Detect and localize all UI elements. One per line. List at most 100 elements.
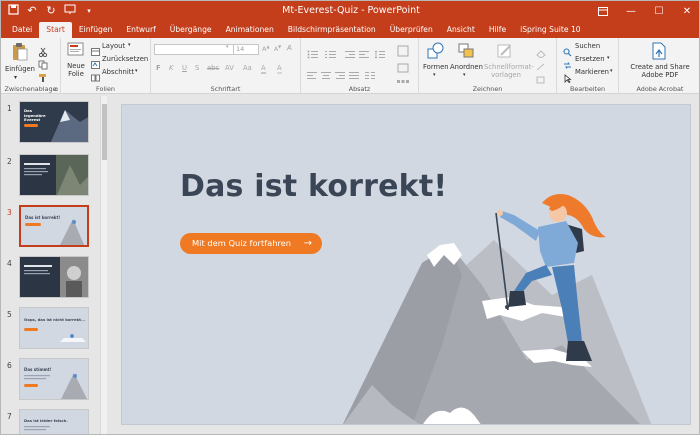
tab-hilfe[interactable]: Hilfe xyxy=(482,22,513,38)
tab-bildschirmpraesentation[interactable]: Bildschirmpräsentation xyxy=(281,22,383,38)
align-center-icon[interactable] xyxy=(321,65,331,84)
line-spacing-icon[interactable] xyxy=(374,44,385,63)
editing-group: Suchen Ersetzen ▾ Markieren ▾ Bearbeiten xyxy=(557,38,619,94)
layout-dropdown-icon[interactable]: ▾ xyxy=(128,42,131,48)
tab-animationen[interactable]: Animationen xyxy=(219,22,281,38)
font-label: Schriftart xyxy=(210,85,241,93)
layout-button[interactable]: Layout xyxy=(102,42,125,50)
find-button[interactable]: Suchen xyxy=(575,42,600,50)
shapes-dropdown-icon[interactable]: ▾ xyxy=(433,72,436,78)
thumbnail-number: 6 xyxy=(7,361,12,370)
char-spacing-icon[interactable]: AV xyxy=(225,64,234,72)
quick-styles-icon[interactable] xyxy=(496,42,514,64)
highlight-icon[interactable]: A xyxy=(277,64,282,74)
tab-ispring[interactable]: iSpring Suite 10 xyxy=(513,22,588,38)
numbering-icon[interactable] xyxy=(325,44,337,63)
section-icon[interactable] xyxy=(91,67,100,86)
bold-button[interactable]: F xyxy=(156,64,161,72)
thumbnail-image: Oops, das ist nicht korrekt... xyxy=(19,307,89,349)
select-button[interactable]: Markieren xyxy=(575,68,609,76)
arrange-icon[interactable] xyxy=(457,42,475,64)
paste-button[interactable]: Einfügen xyxy=(5,65,35,73)
replace-dropdown-icon[interactable]: ▾ xyxy=(607,55,610,61)
replace-button[interactable]: Ersetzen xyxy=(575,55,605,63)
reset-button[interactable]: Zurücksetzen xyxy=(102,55,148,63)
paste-dropdown-icon[interactable]: ▾ xyxy=(14,74,17,81)
shapes-button[interactable]: Formen xyxy=(423,63,449,71)
increase-indent-icon[interactable] xyxy=(359,44,369,63)
columns-icon[interactable] xyxy=(365,65,375,84)
tab-uebergaenge[interactable]: Übergänge xyxy=(163,22,219,38)
bullets-icon[interactable] xyxy=(307,44,319,63)
slides-label: Folien xyxy=(96,85,115,93)
clear-formatting-icon[interactable]: A̸ xyxy=(287,44,292,52)
new-slide-icon[interactable] xyxy=(67,42,85,62)
font-group: ▾ 14 A▲ A▼ A̸ F K U S abc AV Aa A A Schr… xyxy=(151,38,301,94)
create-share-pdf-button[interactable]: Create and Share Adobe PDF xyxy=(621,63,699,79)
tab-start[interactable]: Start xyxy=(39,22,72,38)
tab-einfuegen[interactable]: Einfügen xyxy=(72,22,120,38)
thumbnail-slide-5[interactable]: 5 Oops, das ist nicht korrekt... xyxy=(1,306,101,352)
thumbnail-slide-4[interactable]: 4 xyxy=(1,255,101,301)
grow-font-icon[interactable]: A▲ xyxy=(262,44,270,53)
clipboard-group: Einfügen ▾ Zwischenablage ⧉ xyxy=(1,38,61,94)
tab-ansicht[interactable]: Ansicht xyxy=(440,22,482,38)
decrease-indent-icon[interactable] xyxy=(345,44,355,63)
clipboard-launcher-icon[interactable]: ⧉ xyxy=(54,87,58,93)
tab-datei[interactable]: Datei xyxy=(5,22,39,38)
arrange-button[interactable]: Anordnen xyxy=(450,63,483,71)
title-bar: ↶ ↻ ▾ Mt-Everest-Quiz - PowerPoint — ☐ ✕ xyxy=(1,1,699,22)
align-right-icon[interactable] xyxy=(335,65,345,84)
italic-button[interactable]: K xyxy=(169,64,173,72)
paste-icon[interactable] xyxy=(10,42,30,66)
acrobat-group: Create and Share Adobe PDF Adobe Acrobat xyxy=(619,38,699,94)
mountain-climber-illustration[interactable] xyxy=(122,105,691,425)
continue-quiz-button[interactable]: Mit dem Quiz fortfahren → xyxy=(180,233,322,254)
section-button[interactable]: Abschnitt xyxy=(102,68,134,76)
new-slide-button[interactable]: Neue Folie xyxy=(66,62,86,78)
powerpoint-window: ↶ ↻ ▾ Mt-Everest-Quiz - PowerPoint — ☐ ✕… xyxy=(0,0,700,435)
maximize-icon[interactable]: ☐ xyxy=(645,1,673,22)
shadow-button[interactable]: S xyxy=(195,64,199,72)
tab-ueberpruefen[interactable]: Überprüfen xyxy=(383,22,440,38)
thumbnail-slide-6[interactable]: 6 Das stimmt! xyxy=(1,357,101,403)
thumbnail-number: 4 xyxy=(7,259,12,268)
font-color-icon[interactable]: A xyxy=(261,64,266,74)
slide-headline[interactable]: Das ist korrekt! xyxy=(180,169,447,204)
arrange-dropdown-icon[interactable]: ▾ xyxy=(463,72,466,78)
minimize-icon[interactable]: — xyxy=(617,1,645,22)
underline-button[interactable]: U xyxy=(182,64,187,72)
slide-canvas[interactable]: Das ist korrekt! Mit dem Quiz fortfahren… xyxy=(121,104,691,425)
font-size-combo[interactable]: 14 xyxy=(233,44,259,55)
thumbnail-slide-2[interactable]: 2 xyxy=(1,153,101,199)
justify-icon[interactable] xyxy=(349,65,359,84)
paragraph-label: Absatz xyxy=(348,85,371,93)
align-left-icon[interactable] xyxy=(307,65,317,84)
adobe-pdf-icon[interactable] xyxy=(651,42,667,64)
thumbnail-title: Das ist korrekt! xyxy=(25,215,61,220)
thumbnail-title: Das ist leider falsch. xyxy=(24,418,68,423)
thumbnails-scrollbar[interactable] xyxy=(100,96,107,434)
slide-thumbnails-pane: 1 Das legendäre Everest 2 3 Das ist korr… xyxy=(1,94,111,434)
thumbnail-slide-7[interactable]: 7 Das ist leider falsch. xyxy=(1,408,101,434)
ribbon-display-icon[interactable] xyxy=(589,1,617,22)
scrollbar-thumb[interactable] xyxy=(102,104,107,160)
select-dropdown-icon[interactable]: ▾ xyxy=(610,68,613,74)
thumbnail-number: 3 xyxy=(7,208,12,217)
shapes-icon[interactable] xyxy=(427,42,445,64)
strikethrough-icon[interactable]: abc xyxy=(207,64,219,72)
font-name-dropdown-icon[interactable]: ▾ xyxy=(226,44,229,50)
thumbnail-number: 7 xyxy=(7,412,12,421)
quick-styles-button[interactable]: Schnellformat-vorlagen xyxy=(484,63,534,79)
close-icon[interactable]: ✕ xyxy=(673,1,699,22)
tab-entwurf[interactable]: Entwurf xyxy=(119,22,162,38)
thumbnail-slide-3[interactable]: 3 Das ist korrekt! xyxy=(1,204,101,250)
shrink-font-icon[interactable]: A▼ xyxy=(274,44,281,53)
change-case-icon[interactable]: Aa xyxy=(243,64,252,72)
drawing-label: Zeichnen xyxy=(472,85,503,93)
thumbnail-image: Das ist korrekt! xyxy=(19,205,89,247)
font-name-combo[interactable] xyxy=(154,44,234,55)
thumbnail-image xyxy=(19,154,89,196)
thumbnail-slide-1[interactable]: 1 Das legendäre Everest xyxy=(1,100,101,146)
section-dropdown-icon[interactable]: ▾ xyxy=(135,68,138,74)
